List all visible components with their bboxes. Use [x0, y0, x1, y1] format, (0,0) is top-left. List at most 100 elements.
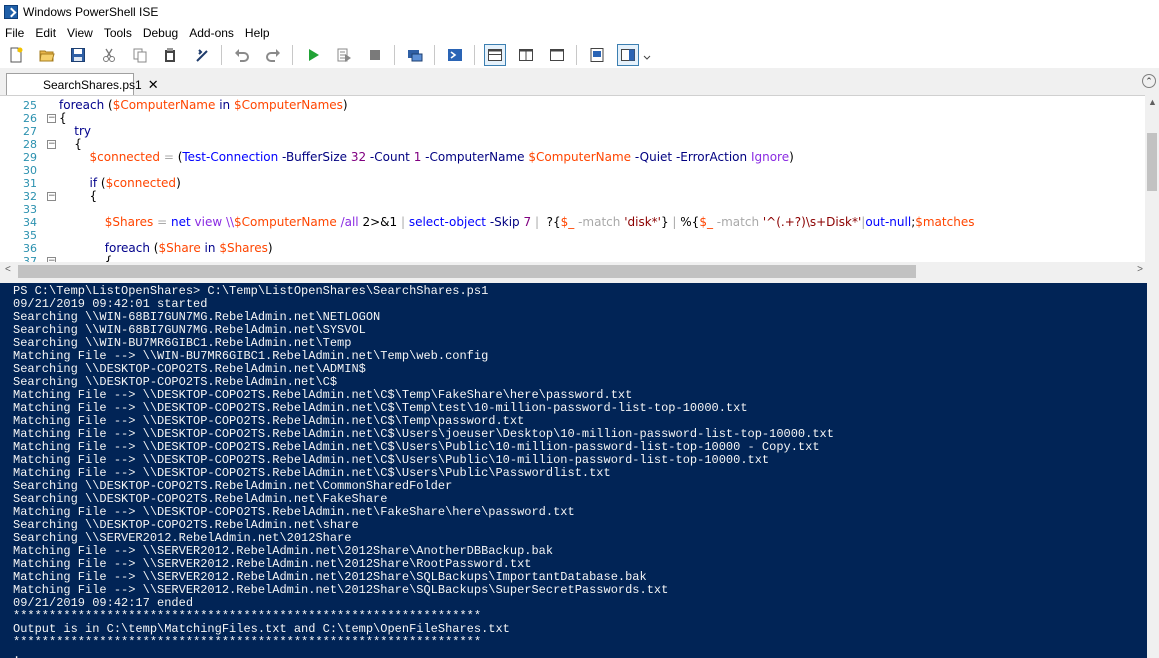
line-number: 34	[23, 216, 37, 229]
run-selection-icon[interactable]	[333, 44, 355, 66]
code-token: view	[190, 215, 226, 229]
code-token: -BufferSize	[278, 150, 351, 164]
code-line[interactable]: 27 try	[0, 124, 1145, 139]
powershell-console-icon[interactable]	[444, 44, 466, 66]
remote-powershell-icon[interactable]	[404, 44, 426, 66]
new-file-icon[interactable]	[5, 44, 27, 66]
collapse-script-pane-icon[interactable]: ⌃	[1142, 74, 1156, 88]
line-number: 32	[23, 190, 37, 203]
fold-toggle-icon[interactable]: −	[47, 140, 56, 149]
open-folder-icon[interactable]	[36, 44, 58, 66]
code-token: in	[215, 98, 234, 112]
line-number: 28	[23, 138, 37, 151]
menu-debug[interactable]: Debug	[138, 26, 184, 40]
code-token: in	[200, 241, 220, 255]
show-script-max-icon[interactable]	[546, 44, 568, 66]
cut-icon[interactable]	[98, 44, 120, 66]
code-text: {	[59, 190, 98, 203]
toolbar	[0, 42, 1159, 68]
code-token: if	[89, 176, 101, 190]
code-token: foreach	[104, 241, 154, 255]
show-command-window-icon[interactable]	[586, 44, 608, 66]
code-token: )	[789, 150, 794, 164]
show-script-right-icon[interactable]	[515, 44, 537, 66]
code-token: 32	[350, 150, 367, 164]
paste-icon[interactable]	[160, 44, 182, 66]
code-token: =	[153, 215, 171, 229]
console-scrollbar[interactable]	[1147, 283, 1159, 658]
code-token: Ignore	[750, 150, 790, 164]
code-token: -ComputerName	[421, 150, 529, 164]
code-line[interactable]: 32 − {	[0, 190, 1145, 204]
line-number: 30	[23, 164, 37, 177]
line-number: 26	[23, 112, 37, 125]
code-token: \\	[225, 215, 235, 229]
toolbar-separator	[576, 45, 577, 65]
clear-icon[interactable]	[191, 44, 213, 66]
code-token: %{	[680, 215, 700, 229]
show-command-addon-icon[interactable]	[617, 44, 639, 66]
scroll-right-icon[interactable]: >	[1137, 264, 1143, 275]
code-token: -Quiet	[631, 150, 673, 164]
code-line[interactable]: 29 $connected = (Test-Connection -Buffer…	[0, 150, 1145, 165]
menu-bar: File Edit View Tools Debug Add-ons Help	[0, 24, 1159, 42]
code-token: try	[74, 124, 92, 138]
code-token: '^(.+?)\s+Disk*'	[762, 215, 862, 229]
code-text: foreach ($ComputerName in $ComputerNames…	[59, 99, 348, 112]
menu-tools[interactable]: Tools	[99, 26, 138, 40]
scrollbar-thumb[interactable]	[1147, 133, 1157, 191]
console-pane[interactable]: PS C:\Temp\ListOpenShares> C:\Temp\ListO…	[0, 283, 1147, 658]
redo-icon[interactable]	[262, 44, 284, 66]
code-token: $ComputerName	[112, 98, 216, 112]
editor-vertical-scrollbar[interactable]: ▲	[1145, 95, 1159, 262]
scroll-left-icon[interactable]: <	[5, 264, 11, 275]
menu-add-ons[interactable]: Add-ons	[184, 26, 240, 40]
line-number: 36	[23, 242, 37, 255]
code-line[interactable]: 25 foreach ($ComputerName in $ComputerNam…	[0, 99, 1145, 113]
menu-edit[interactable]: Edit	[30, 26, 62, 40]
line-number: 35	[23, 229, 37, 242]
tab-label: SearchShares.ps1	[43, 77, 142, 92]
script-editor[interactable]: 25 foreach ($ComputerName in $ComputerNam…	[0, 95, 1159, 263]
code-token: {	[59, 137, 82, 151]
undo-icon[interactable]	[231, 44, 253, 66]
scroll-up-icon[interactable]: ▲	[1148, 97, 1157, 107]
code-token: |	[531, 215, 547, 229]
powershell-ise-icon	[4, 5, 18, 19]
menu-help[interactable]: Help	[240, 26, 276, 40]
code-token: foreach	[59, 98, 108, 112]
editor-horizontal-scrollbar[interactable]: < >	[0, 262, 1159, 281]
code-token: $ComputerName	[528, 150, 632, 164]
code-token: 2>&1	[362, 215, 401, 229]
code-token: )	[176, 176, 181, 190]
line-number: 33	[23, 203, 37, 216]
code-token: }	[660, 215, 673, 229]
code-line[interactable]: 26 −{	[0, 111, 1145, 126]
code-token: out-null	[865, 215, 912, 229]
copy-icon[interactable]	[129, 44, 151, 66]
save-icon[interactable]	[67, 44, 89, 66]
line-number: 31	[23, 177, 37, 190]
line-number: 29	[23, 151, 37, 164]
code-line[interactable]: 31 if ($connected)	[0, 176, 1145, 191]
menu-file[interactable]: File	[0, 26, 30, 40]
menu-view[interactable]: View	[62, 26, 99, 40]
code-line[interactable]: 34 $Shares = net view \\$ComputerName /a…	[0, 215, 1145, 230]
toolbar-overflow-icon[interactable]	[643, 44, 651, 66]
close-icon[interactable]: ✕	[148, 78, 159, 91]
window-title: Windows PowerShell ISE	[23, 5, 159, 19]
code-token: select-object	[408, 215, 486, 229]
code-token: {	[59, 111, 67, 125]
stop-icon[interactable]	[364, 44, 386, 66]
fold-toggle-icon[interactable]: −	[47, 114, 56, 123]
run-icon[interactable]	[302, 44, 324, 66]
code-token: )	[267, 241, 273, 255]
show-script-top-icon[interactable]	[484, 44, 506, 66]
fold-toggle-icon[interactable]: −	[47, 192, 56, 201]
tab-searchshares[interactable]: SearchShares.ps1 ✕	[6, 73, 159, 95]
code-token: -ErrorAction	[672, 150, 751, 164]
code-token: $connected	[89, 150, 160, 164]
scrollbar-thumb[interactable]	[18, 265, 916, 278]
code-line[interactable]: 36 foreach ($Share in $Shares)	[0, 241, 1145, 256]
code-token: Test-Connection	[182, 150, 279, 164]
